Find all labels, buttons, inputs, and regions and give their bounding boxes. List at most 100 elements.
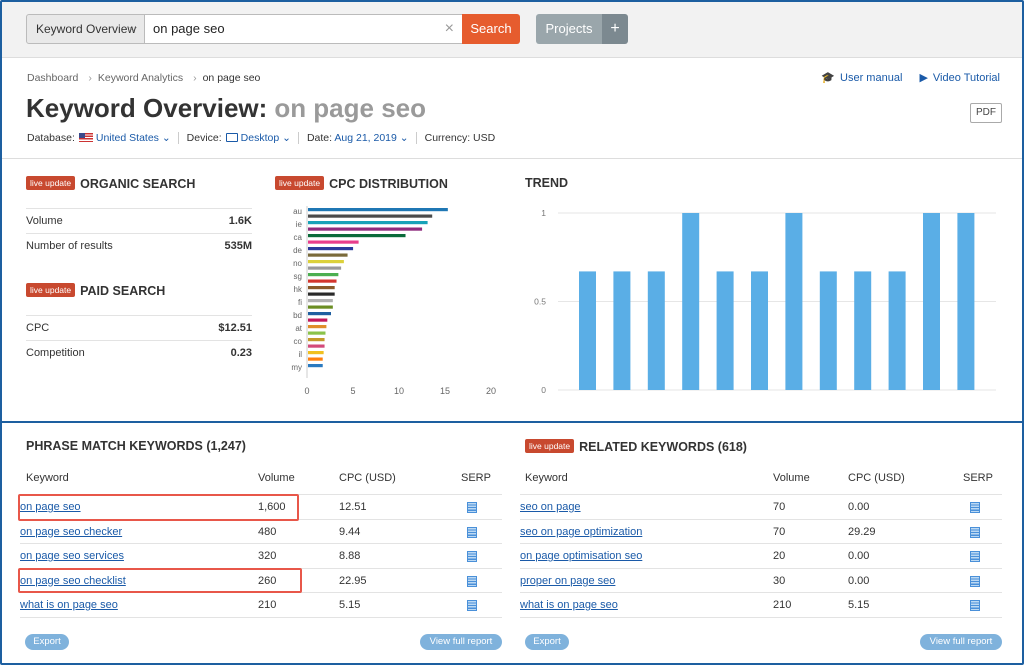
export-button[interactable]: Export	[525, 634, 569, 650]
table-row: what is on page seo 210 5.15	[520, 592, 1002, 616]
device-filter[interactable]: Device: Desktop ⌄	[187, 132, 291, 144]
serp-icon[interactable]	[467, 600, 477, 611]
database-filter[interactable]: Database: United States ⌄	[27, 132, 171, 144]
view-full-report-button[interactable]: View full report	[920, 634, 1002, 650]
volume-cell: 30	[773, 574, 786, 587]
breadcrumb-keyword-analytics[interactable]: Keyword Analytics	[98, 72, 183, 84]
paid-row-label: Competition	[26, 347, 85, 359]
help-links: 🎓 User manual ▶ Video Tutorial	[807, 71, 1000, 84]
keyword-link[interactable]: on page seo services	[20, 544, 124, 568]
play-icon: ▶	[919, 72, 928, 84]
search-input[interactable]: on page seo ×	[145, 14, 463, 44]
cpc-bar	[308, 325, 327, 329]
keyword-link[interactable]: on page seo checker	[20, 520, 122, 544]
export-button[interactable]: Export	[25, 634, 69, 650]
column-header-volume[interactable]: Volume	[773, 472, 810, 484]
trend-title: TREND	[525, 176, 569, 190]
live-update-badge: live update	[525, 439, 575, 453]
live-update-badge: live update	[26, 283, 76, 297]
volume-cell: 70	[773, 525, 786, 538]
live-update-badge: live update	[275, 176, 325, 190]
projects-button[interactable]: Projects	[536, 14, 602, 44]
table-row: proper on page seo 30 0.00	[520, 567, 1002, 593]
serp-icon[interactable]	[970, 600, 980, 611]
keyword-link[interactable]: what is on page seo	[20, 593, 118, 617]
date-filter-value: Aug 21, 2019	[334, 132, 397, 144]
serp-icon[interactable]	[970, 575, 980, 587]
organic-row-label: Number of results	[26, 240, 113, 252]
trend-bar	[819, 271, 837, 390]
highlight-box	[18, 494, 299, 521]
cpc-cell: 0.00	[848, 574, 870, 587]
cpc-tick-label: at	[295, 324, 302, 333]
search-input-value: on page seo	[153, 21, 225, 36]
trend-bar	[716, 271, 734, 390]
volume-cell: 20	[773, 550, 786, 562]
serp-icon[interactable]	[467, 575, 477, 587]
serp-icon[interactable]	[467, 502, 477, 513]
paid-row-label: CPC	[26, 322, 50, 334]
serp-icon[interactable]	[467, 526, 477, 538]
volume-cell: 210	[773, 599, 792, 611]
report-type-select[interactable]: Keyword Overview ⌵	[26, 14, 145, 44]
currency-filter-value: USD	[473, 132, 496, 144]
volume-cell: 210	[258, 599, 277, 611]
add-project-button[interactable]: +	[602, 14, 628, 44]
cpc-bar	[308, 364, 323, 368]
serp-icon[interactable]	[467, 551, 477, 562]
user-manual-link[interactable]: 🎓 User manual	[821, 71, 902, 84]
column-header-serp: SERP	[963, 472, 993, 484]
cpc-bar	[308, 266, 342, 270]
page-title: Keyword Overview: on page seo	[26, 93, 426, 124]
keyword-link[interactable]: seo on page	[520, 495, 581, 519]
organic-row-value: 535M	[224, 240, 252, 252]
cpc-cell: 9.44	[339, 525, 361, 538]
column-header-keyword: Keyword	[26, 472, 69, 484]
clear-icon[interactable]: ×	[445, 15, 454, 43]
serp-icon[interactable]	[970, 526, 980, 538]
view-full-report-button[interactable]: View full report	[420, 634, 502, 650]
date-filter[interactable]: Date: Aug 21, 2019 ⌄	[307, 132, 409, 144]
column-header-volume[interactable]: Volume	[258, 472, 295, 484]
column-header-keyword: Keyword	[525, 472, 568, 484]
cpc-x-tick-label: 10	[394, 386, 404, 396]
trend-bar	[888, 271, 906, 390]
keyword-link[interactable]: what is on page seo	[520, 593, 618, 617]
cpc-x-tick-label: 15	[440, 386, 450, 396]
pdf-button[interactable]: PDF	[970, 103, 1002, 123]
cpc-tick-label: bd	[293, 311, 302, 320]
cpc-bar	[308, 240, 359, 244]
serp-icon[interactable]	[970, 502, 980, 513]
trend-bar	[785, 213, 803, 390]
breadcrumb-dashboard[interactable]: Dashboard	[27, 72, 78, 84]
cpc-bar	[308, 312, 331, 316]
cpc-tick-label: ie	[296, 220, 303, 229]
keyword-link[interactable]: seo on page optimization	[520, 520, 642, 544]
page-title-prefix: Keyword Overview:	[26, 93, 268, 123]
trend-bar	[923, 213, 940, 390]
column-header-cpc[interactable]: CPC (USD)	[339, 472, 396, 484]
cpc-bar	[308, 214, 433, 218]
search-button[interactable]: Search	[462, 14, 520, 44]
cpc-bar	[308, 253, 348, 257]
related-keywords-title-text: RELATED KEYWORDS (618)	[579, 440, 747, 454]
currency-filter-label: Currency:	[424, 132, 471, 144]
cpc-tick-label: no	[293, 259, 302, 268]
video-tutorial-link[interactable]: ▶ Video Tutorial	[919, 71, 1000, 84]
trend-y-tick-label: 1	[541, 208, 546, 218]
top-search-bar: Keyword Overview ⌵ on page seo × Search …	[2, 2, 1022, 58]
breadcrumb-separator-icon: ›	[193, 72, 197, 84]
table-row: seo on page 70 0.00	[520, 494, 1002, 518]
serp-icon[interactable]	[970, 551, 980, 562]
graduation-cap-icon: 🎓	[821, 72, 836, 84]
volume-cell: 320	[258, 550, 277, 562]
paid-row-competition: Competition 0.23	[26, 340, 252, 365]
keyword-link[interactable]: proper on page seo	[520, 569, 615, 593]
cpc-cell: 12.51	[339, 501, 367, 513]
keyword-link[interactable]: on page optimisation seo	[520, 544, 642, 568]
us-flag-icon	[78, 133, 93, 142]
volume-cell: 480	[258, 525, 277, 538]
breadcrumb-current: on page seo	[202, 72, 261, 84]
cpc-distribution-title-text: CPC DISTRIBUTION	[329, 177, 448, 191]
column-header-cpc[interactable]: CPC (USD)	[848, 472, 905, 484]
